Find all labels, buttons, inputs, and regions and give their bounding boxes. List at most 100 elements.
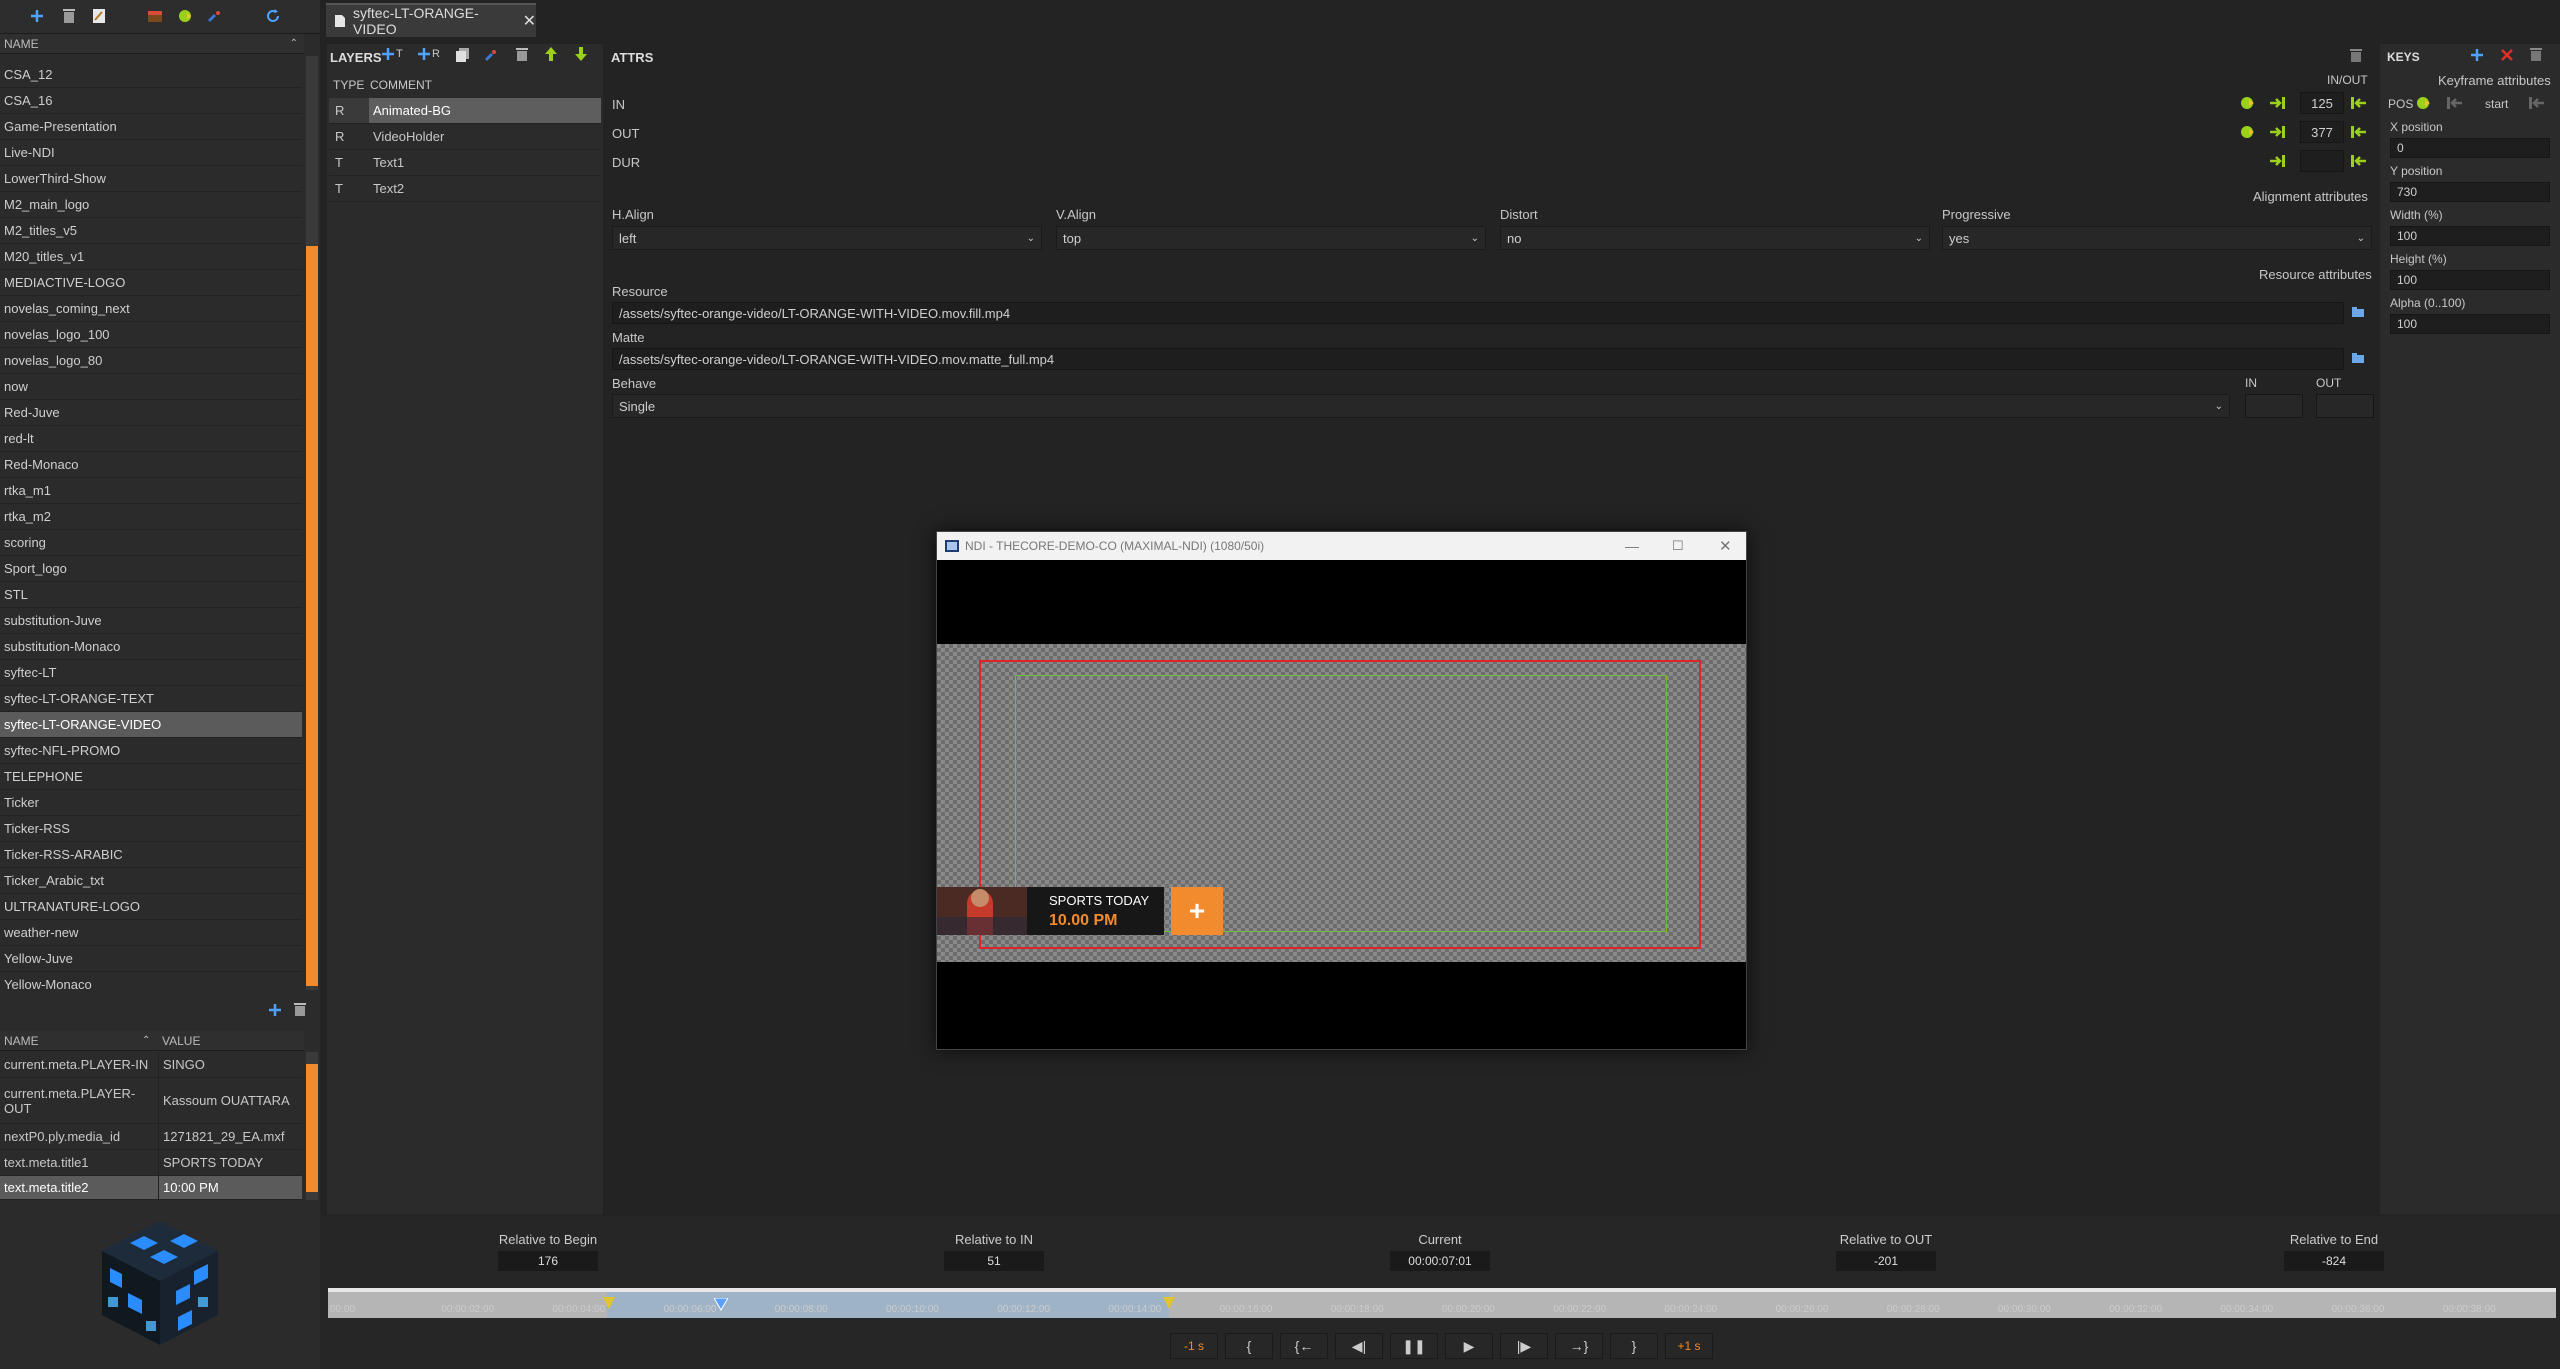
layer-row[interactable]: R VideoHolder [329,124,601,150]
progressive-select[interactable]: yes ⌄ [1942,226,2372,250]
template-item[interactable]: Red-Juve [0,400,302,426]
out-set-icon[interactable] [2270,125,2286,139]
dur-value-field[interactable] [2300,150,2344,172]
delete-layer-icon[interactable] [516,47,528,62]
out-marker-icon[interactable] [1163,1297,1175,1311]
pos-next-icon[interactable] [2528,96,2544,110]
template-item[interactable]: syftec-LT-ORANGE-VIDEO [0,712,302,738]
template-item[interactable]: Red-Monaco [0,452,302,478]
go-to-out-button[interactable]: →} [1555,1333,1603,1359]
browse-matte-icon[interactable] [2352,353,2364,363]
template-item[interactable]: CSA_16 [0,88,302,114]
template-item[interactable]: Ticker [0,790,302,816]
tools-icon[interactable] [484,48,498,62]
variables-scrollbar[interactable] [306,1052,318,1200]
dur-goto-icon[interactable] [2350,154,2366,168]
package-icon[interactable] [144,5,166,27]
add-text-layer-button[interactable]: T [382,48,403,60]
valign-select[interactable]: top ⌄ [1056,226,1486,250]
variable-value[interactable]: 1271821_29_EA.mxf [158,1124,302,1149]
template-item[interactable]: M2_titles_v5 [0,218,302,244]
copy-layer-icon[interactable] [456,48,470,62]
template-item[interactable]: substitution-Juve [0,608,302,634]
in-goto-icon[interactable] [2350,96,2366,110]
minus-1s-button[interactable]: -1 s [1170,1333,1218,1359]
y-position-field[interactable]: 730 [2390,182,2550,202]
layer-row[interactable]: T Text1 [329,150,601,176]
layer-row[interactable]: T Text2 [329,176,601,202]
pos-play-icon[interactable] [2416,96,2432,110]
in-play-icon[interactable] [2240,96,2256,110]
variable-value[interactable]: Kassoum OUATTARA [158,1078,302,1123]
variable-row[interactable]: nextP0.ply.media_id 1271821_29_EA.mxf [0,1124,302,1150]
variable-row[interactable]: text.meta.title2 10:00 PM [0,1176,302,1200]
template-item[interactable]: ULTRANATURE-LOGO [0,894,302,920]
template-item[interactable]: Live-NDI [0,140,302,166]
template-item[interactable]: M20_titles_v1 [0,244,302,270]
template-item[interactable]: red-lt [0,426,302,452]
out-value-field[interactable]: 377 [2300,121,2344,143]
variable-value[interactable]: SPORTS TODAY [158,1150,302,1175]
template-item[interactable]: Sport_logo [0,556,302,582]
template-item[interactable]: Ticker_Arabic_txt [0,868,302,894]
template-item[interactable]: novelas_coming_next [0,296,302,322]
maximize-icon[interactable]: ☐ [1672,538,1684,554]
variable-row[interactable]: current.meta.PLAYER-IN SINGO [0,1052,302,1078]
remove-key-icon[interactable] [2500,48,2514,62]
edit-icon[interactable] [88,5,110,27]
export-icon[interactable] [175,5,197,27]
delete-template-icon[interactable] [294,1002,306,1017]
width-field[interactable]: 100 [2390,226,2550,246]
halign-select[interactable]: left ⌄ [612,226,1042,250]
mark-in-button[interactable]: { [1225,1333,1273,1359]
close-window-icon[interactable]: ✕ [1719,537,1732,555]
x-position-field[interactable]: 0 [2390,138,2550,158]
template-item[interactable]: syftec-LT-ORANGE-TEXT [0,686,302,712]
add-key-icon[interactable] [2470,48,2484,62]
template-item[interactable]: syftec-NFL-PROMO [0,738,302,764]
template-item[interactable]: STL [0,582,302,608]
layer-row[interactable]: R Animated-BG [329,98,601,124]
behave-out-field[interactable] [2316,394,2374,418]
template-item[interactable]: scoring [0,530,302,556]
plus-1s-button[interactable]: +1 s [1665,1333,1713,1359]
close-tab-icon[interactable]: ✕ [523,11,536,31]
add-icon[interactable] [26,5,48,27]
trash-icon[interactable] [58,5,80,27]
template-list-header[interactable]: NAME ⌃ [0,34,304,54]
template-item[interactable]: Yellow-Juve [0,946,302,972]
template-item[interactable]: Ticker-RSS-ARABIC [0,842,302,868]
template-item[interactable]: now [0,374,302,400]
template-list-scrollbar[interactable] [306,56,318,990]
out-play-icon[interactable] [2240,125,2256,139]
variables-scroll-thumb[interactable] [306,1064,318,1192]
template-item[interactable]: Ticker-RSS [0,816,302,842]
template-item[interactable]: Game-Presentation [0,114,302,140]
template-item[interactable]: LowerThird-Show [0,166,302,192]
variable-row[interactable]: current.meta.PLAYER-OUT Kassoum OUATTARA [0,1078,302,1124]
behave-in-field[interactable] [2245,394,2303,418]
variable-row[interactable]: text.meta.title1 SPORTS TODAY [0,1150,302,1176]
out-goto-icon[interactable] [2350,125,2366,139]
browse-resource-icon[interactable] [2352,307,2364,317]
refresh-icon[interactable] [262,5,284,27]
height-field[interactable]: 100 [2390,270,2550,290]
behave-select[interactable]: Single ⌄ [612,394,2230,418]
pos-prev-icon[interactable] [2446,96,2462,110]
go-to-in-button[interactable]: {← [1280,1333,1328,1359]
dur-set-icon[interactable] [2270,154,2286,168]
matte-path-field[interactable]: /assets/syftec-orange-video/LT-ORANGE-WI… [612,348,2344,370]
template-item[interactable]: rtka_m1 [0,478,302,504]
delete-attr-icon[interactable] [2350,48,2362,63]
template-item[interactable]: M2_main_logo [0,192,302,218]
step-forward-button[interactable]: |▶ [1500,1333,1548,1359]
template-item[interactable]: CSA_12 [0,62,302,88]
distort-select[interactable]: no ⌄ [1500,226,1930,250]
alpha-field[interactable]: 100 [2390,314,2550,334]
variable-value[interactable]: 10:00 PM [158,1176,302,1199]
tools-icon[interactable] [204,5,226,27]
template-item[interactable]: MEDIACTIVE-LOGO [0,270,302,296]
template-list-scroll-thumb[interactable] [306,246,318,986]
template-item[interactable]: weather-new [0,920,302,946]
template-item[interactable]: Yellow-Monaco [0,972,302,996]
